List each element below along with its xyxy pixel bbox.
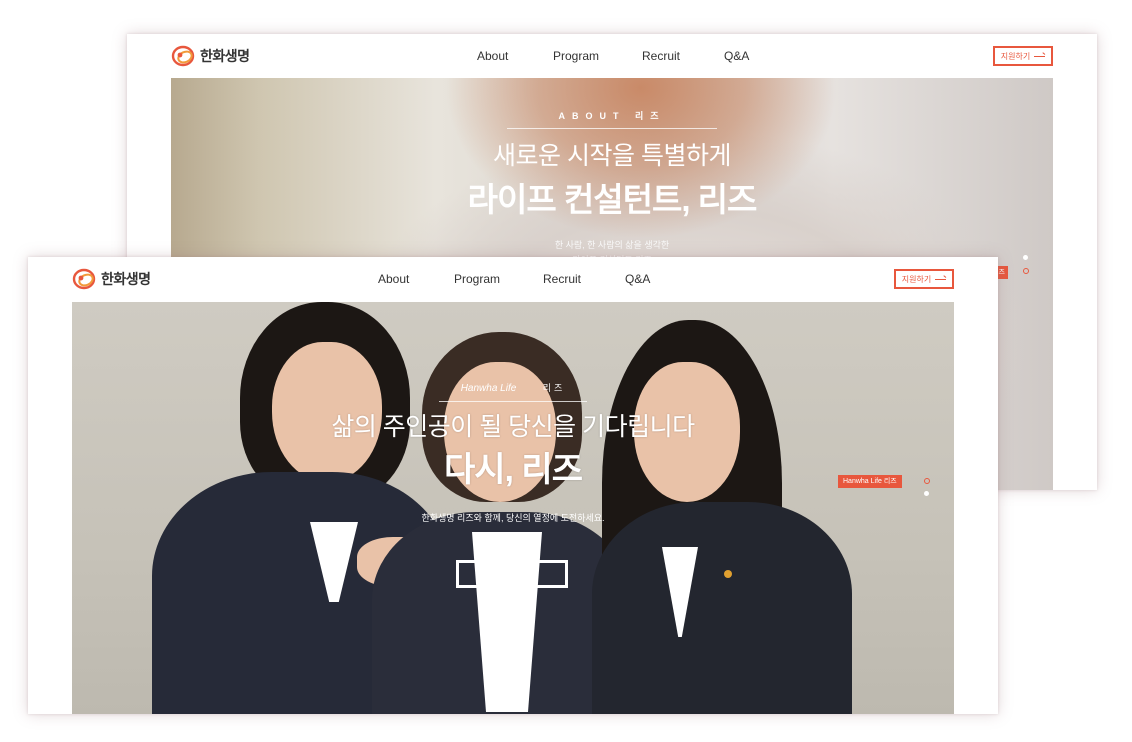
hero-body: 한 사람, 한 사람의 삶을 생각한: [554, 240, 670, 250]
front-page-screenshot: 한화생명 About Program Recruit Q&A 지원하기 Hanw…: [28, 257, 998, 714]
slide-dot-1[interactable]: [924, 478, 930, 484]
nav-item-program[interactable]: Program: [553, 49, 599, 63]
hero-headline-bold: 라이프 컨설턴트, 리즈: [467, 181, 758, 218]
brand-logo[interactable]: 한화생명: [72, 267, 151, 291]
arrow-right-icon: [935, 278, 947, 280]
hero-tag: Hanwha Life 리즈: [838, 475, 902, 488]
nav-item-program[interactable]: Program: [454, 272, 500, 286]
apply-button[interactable]: 지원하기: [993, 46, 1053, 66]
nav-item-qna[interactable]: Q&A: [625, 272, 650, 286]
eyebrow-tag: 리즈: [542, 383, 566, 393]
nav-item-recruit[interactable]: Recruit: [642, 49, 680, 63]
hero-banner: Hanwha Life 리즈 삶의 주인공이 될 당신을 기다립니다 다시, 리…: [72, 302, 954, 714]
chevron-double-down-icon: [508, 665, 516, 674]
brand-name: 한화생명: [101, 271, 151, 287]
slide-dot-1[interactable]: [1023, 255, 1028, 260]
hero-eyebrow: Hanwha Life 리즈: [72, 378, 954, 402]
nav-item-about[interactable]: About: [477, 49, 508, 63]
eyebrow-divider: [439, 401, 587, 402]
hero-headline-light: 삶의 주인공이 될 당신을 기다립니다: [331, 413, 695, 441]
hanwha-logo-icon: [171, 45, 195, 67]
eyebrow-text: ABOUT 리즈: [558, 111, 666, 121]
hero-eyebrow: ABOUT 리즈: [171, 106, 1053, 129]
top-navigation: 한화생명 About Program Recruit Q&A 지원하기: [28, 257, 998, 301]
arrow-right-icon: [1034, 55, 1046, 57]
top-navigation: 한화생명 About Program Recruit Q&A 지원하기: [127, 34, 1097, 78]
hanwha-logo-icon: [72, 268, 96, 290]
apply-button[interactable]: 지원하기: [894, 269, 954, 289]
scroll-down-button[interactable]: [502, 656, 522, 684]
apply-button-label: 지원하기: [901, 274, 932, 284]
nav-item-about[interactable]: About: [378, 272, 409, 286]
hero-photo: [72, 302, 954, 714]
slide-dot-2[interactable]: [924, 491, 929, 496]
apply-cta-button[interactable]: 지원하기: [456, 560, 568, 588]
slide-dot-2[interactable]: [1023, 268, 1029, 274]
cta-label: 지원하기: [493, 570, 531, 582]
badge-pin: [724, 570, 732, 578]
hero-headline-bold: 다시, 리즈: [443, 451, 583, 489]
brand-logo[interactable]: 한화생명: [171, 44, 250, 68]
brand-name: 한화생명: [200, 48, 250, 64]
nav-item-recruit[interactable]: Recruit: [543, 272, 581, 286]
hero-body: 한화생명 리즈와 함께, 당신의 열정에 도전하세요.: [421, 513, 605, 523]
eyebrow-divider: [507, 128, 717, 129]
eyebrow-brand: Hanwha Life: [460, 383, 517, 394]
nav-item-qna[interactable]: Q&A: [724, 49, 749, 63]
apply-button-label: 지원하기: [1000, 51, 1031, 61]
hero-headline-light: 새로운 시작을 특별하게: [493, 142, 731, 170]
